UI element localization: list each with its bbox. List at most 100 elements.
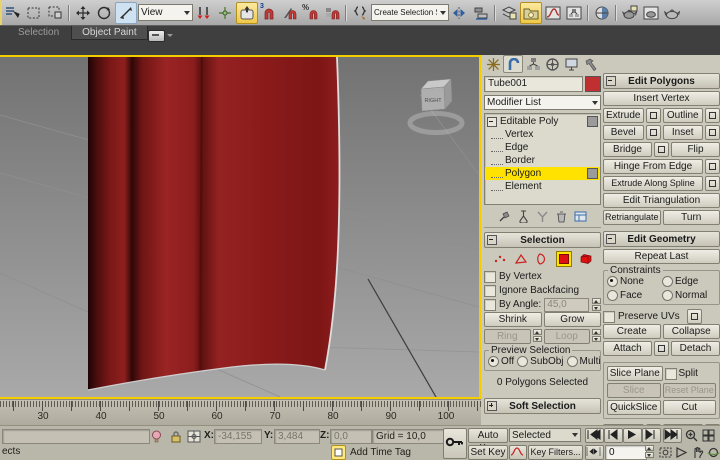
viewcube[interactable]: RIGHT [410,79,462,133]
spinner-snap-icon[interactable] [322,3,342,23]
curve-editor-icon[interactable] [543,3,563,23]
stack-row-edge[interactable]: Edge [485,141,600,154]
collapse-icon[interactable] [487,235,497,245]
stack-row-polygon[interactable]: Polygon [485,167,600,180]
select-and-scale-icon[interactable] [115,2,137,24]
add-time-tag[interactable]: Add Time Tag [350,447,411,458]
y-coord-field[interactable]: 3,484 [274,429,320,444]
preview-multi-option[interactable]: Multi [567,356,601,367]
turn-button[interactable]: Turn [663,210,720,225]
slice-plane-button[interactable]: Slice Plane [607,366,663,381]
use-pivot-point-center-icon[interactable] [194,3,214,23]
constraint-none-option[interactable]: None [607,276,659,287]
soft-selection-rollout-header[interactable]: Soft Selection [484,398,601,414]
polygon-mode-icon[interactable] [556,251,572,267]
motion-tab-icon[interactable] [543,56,561,72]
stack-onoff-toggle[interactable] [587,168,598,179]
bulb-icon[interactable] [149,429,164,443]
show-end-result-icon[interactable] [517,210,530,223]
utilities-tab-icon[interactable] [581,56,599,72]
by-angle-checkbox[interactable] [484,299,496,311]
extrude-spline-settings-button[interactable] [705,176,720,191]
constraint-normal-option[interactable]: Normal [662,290,707,301]
extrude-along-spline-button[interactable]: Extrude Along Spline [603,176,703,191]
perspective-viewport[interactable]: RIGHT [0,57,479,397]
bridge-settings-button[interactable] [654,142,669,157]
reference-coordinate-dropdown[interactable]: View [138,4,193,21]
previous-frame-button[interactable] [604,428,623,443]
collapse-icon[interactable] [606,234,616,244]
detach-button[interactable]: Detach [671,341,720,356]
extrude-button[interactable]: Extrude [603,108,644,123]
select-and-manipulate-icon[interactable] [215,3,235,23]
element-mode-icon[interactable] [579,252,593,266]
default-tangent-button[interactable] [509,445,527,460]
select-by-name-icon[interactable] [3,3,23,23]
attach-settings-button[interactable] [654,341,669,356]
inset-settings-button[interactable] [705,125,720,140]
maxscript-mini-listener[interactable] [2,429,150,444]
insert-vertex-button[interactable]: Insert Vertex [603,91,720,106]
quickslice-button[interactable]: QuickSlice [607,400,661,415]
align-icon[interactable] [471,3,491,23]
ribbon-minimize-chevron-icon[interactable] [167,34,173,37]
hinge-from-edge-button[interactable]: Hinge From Edge [603,159,703,174]
modify-tab-icon[interactable] [503,55,523,73]
orbit-icon[interactable] [706,445,720,459]
collapse-button[interactable]: Collapse [663,324,720,339]
window-crossing-icon[interactable] [45,3,65,23]
preserve-uvs-settings-button[interactable] [687,309,702,324]
loop-spinner[interactable] [592,329,601,342]
bevel-settings-button[interactable] [646,125,661,140]
percent-snap-icon[interactable]: % [301,3,321,23]
configure-modifier-sets-icon[interactable] [574,210,587,223]
make-unique-icon[interactable] [536,210,549,223]
slice-button[interactable]: Slice [607,383,661,398]
angle-snap-icon[interactable] [280,3,300,23]
vertex-mode-icon[interactable] [493,252,507,266]
preview-off-option[interactable]: Off [488,356,514,367]
hierarchy-tab-icon[interactable] [524,56,542,72]
loop-button[interactable]: Loop [544,329,591,344]
create-tab-icon[interactable] [484,56,502,72]
collapse-icon[interactable] [606,76,616,86]
pin-stack-icon[interactable] [498,210,511,223]
current-frame-field[interactable]: 0 [605,445,647,460]
object-name-field[interactable]: Tube001 [484,76,583,92]
time-slider-ruler[interactable]: 30 40 50 60 70 80 90 100 [0,399,481,427]
tube-object[interactable] [88,57,339,390]
edit-geometry-rollout-header[interactable]: Edit Geometry [603,231,720,247]
play-button[interactable] [623,428,642,443]
remove-modifier-icon[interactable] [555,210,568,223]
constraint-face-option[interactable]: Face [607,290,659,301]
stack-row-vertex[interactable]: Vertex [485,128,600,141]
by-vertex-checkbox[interactable] [484,271,496,283]
selection-lock-icon[interactable] [168,429,183,443]
zoom-all-icon[interactable] [701,428,716,442]
preserve-uvs-checkbox[interactable] [603,311,615,323]
frame-spinner[interactable] [645,445,654,458]
render-setup-icon[interactable] [620,3,640,23]
radio-icon[interactable] [662,276,673,287]
radio-icon[interactable] [607,290,618,301]
rectangular-selection-region-icon[interactable] [24,3,44,23]
attach-button[interactable]: Attach [603,341,652,356]
graphite-tools-toggle-icon[interactable] [520,2,542,24]
bridge-button[interactable]: Bridge [603,142,652,157]
inset-button[interactable]: Inset [663,125,704,140]
rendered-frame-window-icon[interactable] [641,3,661,23]
tab-selection[interactable]: Selection [8,26,69,39]
grow-button[interactable]: Grow [544,312,602,327]
go-to-end-button[interactable] [663,428,682,443]
set-key-button[interactable]: Set Key [468,445,508,460]
border-mode-icon[interactable] [535,252,549,266]
radio-icon[interactable] [607,276,618,287]
retriangulate-button[interactable]: Retriangulate [603,210,661,225]
stack-row-element[interactable]: Element [485,180,600,193]
selection-rollout-header[interactable]: Selection [484,232,601,248]
radio-icon[interactable] [517,356,528,367]
zoom-tool-icon[interactable] [684,428,699,442]
time-tag-icon[interactable] [331,445,346,460]
shrink-button[interactable]: Shrink [484,312,542,327]
radio-icon[interactable] [567,356,578,367]
